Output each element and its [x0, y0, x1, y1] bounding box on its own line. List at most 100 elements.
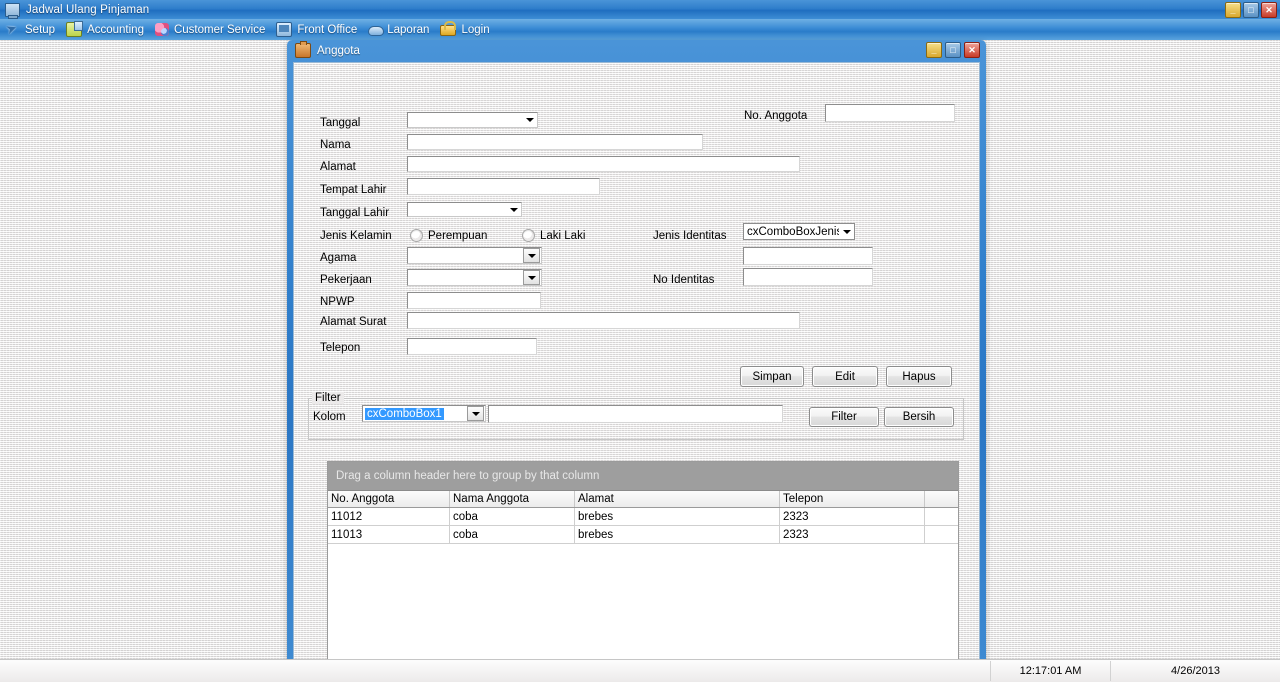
hapus-button[interactable]: Hapus — [886, 366, 952, 387]
label-kolom: Kolom — [313, 411, 346, 423]
grid-column-header-no-anggota[interactable]: No. Anggota — [328, 491, 450, 507]
app-maximize-button[interactable]: □ — [1243, 2, 1259, 18]
grid-column-header-alamat[interactable]: Alamat — [575, 491, 780, 507]
grid-column-header-nama-anggota[interactable]: Nama Anggota — [450, 491, 575, 507]
bersih-button-label: Bersih — [902, 411, 936, 423]
chevron-down-icon[interactable] — [839, 224, 854, 239]
label-jenis-identitas: Jenis Identitas — [653, 230, 727, 242]
identitas-extra-input[interactable] — [743, 247, 873, 265]
grid-cell-no-anggota: 11013 — [328, 526, 450, 543]
agama-combobox[interactable] — [407, 247, 542, 264]
radio-label-perempuan: Perempuan — [428, 229, 488, 242]
anggota-maximize-glyph: □ — [950, 44, 956, 55]
bersih-button[interactable]: Bersih — [884, 407, 954, 427]
anggota-minimize-button[interactable]: _ — [926, 42, 942, 58]
anggota-grid[interactable]: Drag a column header here to group by th… — [327, 461, 959, 678]
filter-button-label: Filter — [831, 411, 857, 423]
statusbar-spacer — [0, 661, 990, 681]
statusbar-date: 4/26/2013 — [1110, 661, 1280, 681]
grid-cell-alamat: brebes — [575, 508, 780, 525]
nama-input[interactable] — [407, 134, 703, 150]
filter-text-input[interactable] — [488, 405, 783, 423]
anggota-close-glyph: ✕ — [968, 44, 976, 55]
filter-button[interactable]: Filter — [809, 407, 879, 427]
label-alamat-surat: Alamat Surat — [320, 316, 387, 328]
no-identitas-input[interactable] — [743, 268, 873, 286]
radio-laki-laki[interactable]: Laki Laki — [522, 229, 585, 242]
chevron-down-icon[interactable] — [522, 113, 537, 127]
anggota-body: Tanggal Nama Alamat Tempat Lahir Tanggal… — [293, 62, 980, 678]
menu-label-customer-service: Customer Service — [173, 23, 266, 36]
label-pekerjaan: Pekerjaan — [320, 274, 372, 286]
label-agama: Agama — [320, 252, 357, 264]
app-minimize-button[interactable]: _ — [1225, 2, 1241, 18]
report-icon — [368, 23, 385, 36]
app-close-button[interactable]: ✕ — [1261, 2, 1277, 18]
grid-cell-telepon: 2323 — [780, 508, 925, 525]
anggota-window: Anggota _ □ ✕ Tanggal Nama Alamat Tempat… — [287, 40, 986, 678]
app-window-buttons: _ □ ✕ — [1225, 2, 1277, 18]
wrench-icon — [6, 23, 20, 36]
chevron-down-icon[interactable] — [523, 248, 540, 263]
label-jenis-kelamin: Jenis Kelamin — [320, 230, 392, 242]
label-no-identitas: No Identitas — [653, 274, 715, 286]
menu-label-accounting: Accounting — [87, 23, 144, 36]
anggota-maximize-button[interactable]: □ — [945, 42, 961, 58]
monitor-icon — [276, 22, 293, 37]
menu-item-accounting[interactable]: Accounting — [62, 19, 151, 40]
radio-perempuan[interactable]: Perempuan — [410, 229, 487, 242]
pekerjaan-combobox[interactable] — [407, 269, 542, 286]
tempat-lahir-input[interactable] — [407, 178, 600, 195]
jenis-identitas-value: cxComboBoxJenisId — [747, 225, 839, 238]
table-row[interactable]: 11013 coba brebes 2323 — [328, 526, 958, 544]
alamat-input[interactable] — [407, 156, 800, 172]
no-anggota-input[interactable] — [825, 104, 955, 122]
tanggal-combobox[interactable] — [407, 112, 538, 128]
grid-cell-alamat: brebes — [575, 526, 780, 543]
simpan-button[interactable]: Simpan — [740, 366, 804, 387]
grid-column-header-telepon[interactable]: Telepon — [780, 491, 925, 507]
app-title: Jadwal Ulang Pinjaman — [26, 3, 150, 16]
grid-cell-nama-anggota: coba — [450, 526, 575, 543]
computer-icon — [5, 2, 20, 19]
npwp-input[interactable] — [407, 292, 541, 309]
briefcase-icon — [295, 41, 311, 58]
menubar: Setup Accounting Customer Service Front … — [0, 19, 1280, 40]
label-nama: Nama — [320, 139, 351, 151]
grid-group-panel[interactable]: Drag a column header here to group by th… — [328, 462, 958, 491]
label-tanggal: Tanggal — [320, 117, 361, 129]
telepon-input[interactable] — [407, 338, 537, 355]
menu-item-setup[interactable]: Setup — [0, 19, 62, 40]
alamat-surat-input[interactable] — [407, 312, 800, 329]
label-telepon: Telepon — [320, 342, 361, 354]
chevron-down-icon[interactable] — [523, 270, 540, 285]
kolom-combobox[interactable]: cxComboBox1 — [362, 405, 486, 422]
label-alamat: Alamat — [320, 161, 356, 173]
radio-dot-perempuan — [410, 229, 423, 242]
grid-cell-no-anggota: 11012 — [328, 508, 450, 525]
menu-label-front-office: Front Office — [297, 23, 358, 36]
lock-icon — [440, 21, 457, 36]
menu-item-front-office[interactable]: Front Office — [272, 19, 364, 40]
radio-label-laki-laki: Laki Laki — [540, 229, 586, 242]
menu-item-customer-service[interactable]: Customer Service — [151, 19, 272, 40]
anggota-titlebar[interactable]: Anggota _ □ ✕ — [291, 40, 982, 61]
chevron-down-icon[interactable] — [506, 203, 521, 216]
tanggal-lahir-combobox[interactable] — [407, 202, 522, 217]
menu-item-login[interactable]: Login — [436, 19, 496, 40]
table-row[interactable]: 11012 coba brebes 2323 — [328, 508, 958, 526]
simpan-button-label: Simpan — [752, 370, 792, 383]
anggota-window-buttons: _ □ ✕ — [926, 42, 980, 58]
jenis-identitas-combobox[interactable]: cxComboBoxJenisId — [743, 223, 855, 240]
menu-item-laporan[interactable]: Laporan — [364, 19, 436, 40]
anggota-title: Anggota — [317, 44, 360, 57]
filter-legend: Filter — [312, 392, 344, 404]
anggota-minimize-glyph: _ — [931, 44, 937, 55]
grid-cell-nama-anggota: coba — [450, 508, 575, 525]
edit-button[interactable]: Edit — [812, 366, 878, 387]
anggota-close-button[interactable]: ✕ — [964, 42, 980, 58]
statusbar-time: 12:17:01 AM — [990, 661, 1110, 681]
chevron-down-icon[interactable] — [467, 406, 484, 421]
hapus-button-label: Hapus — [902, 370, 936, 383]
label-tanggal-lahir: Tanggal Lahir — [320, 207, 390, 219]
